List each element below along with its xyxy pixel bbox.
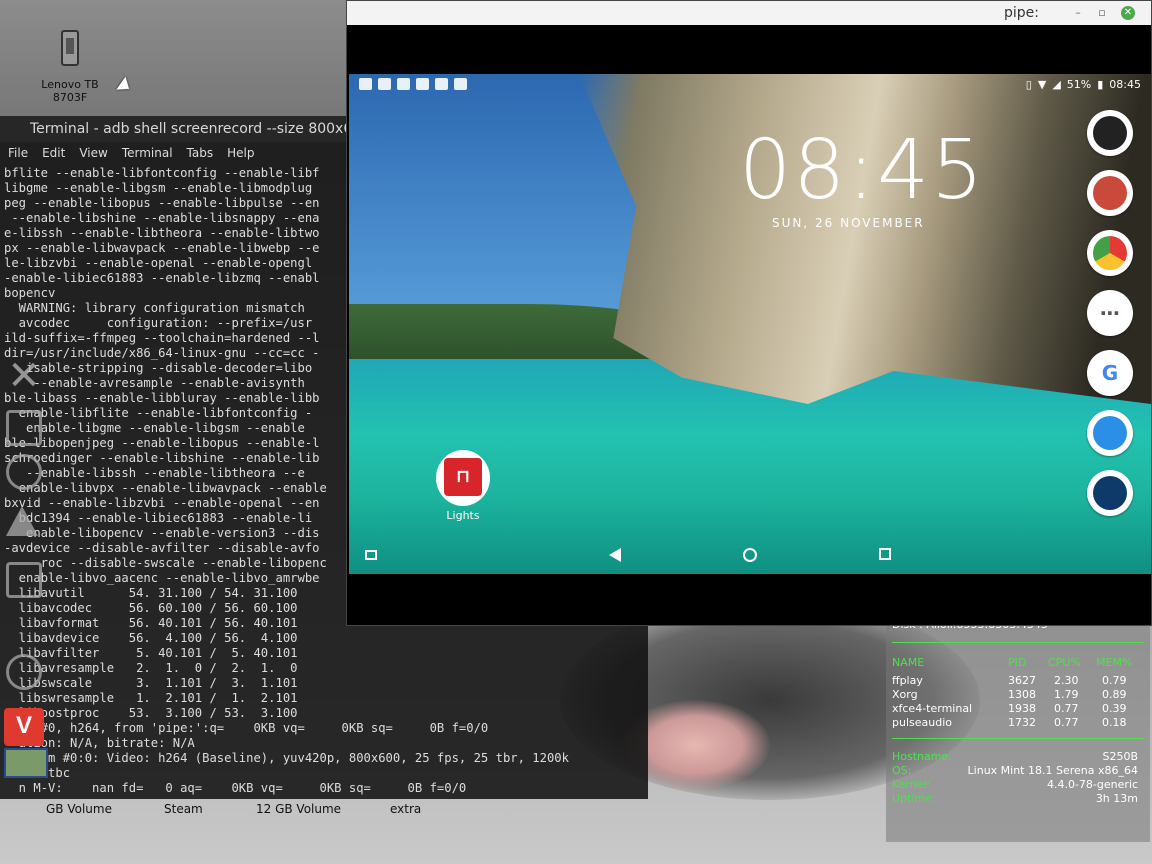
desktop-icon-lenovo[interactable]: Lenovo TB 8703F [30, 30, 110, 104]
chrome-icon[interactable] [1087, 230, 1133, 276]
battery-icon: ▮ [1097, 78, 1104, 91]
col-name: NAME [892, 656, 925, 669]
process-row: xfce4-terminal 1938 0.77 0.39 [892, 702, 1127, 715]
wifi-icon: ▼ [1037, 78, 1047, 91]
lights-app-icon: ⊓ [436, 450, 490, 506]
back-icon[interactable] [609, 548, 621, 562]
lockscreen-clock: 08:45 [739, 123, 986, 218]
pipe-title: pipe: [1004, 5, 1039, 21]
phone-icon [61, 30, 79, 66]
terminal-line: libswscale 3. 1.101 / 3. 1.101 [4, 676, 298, 690]
close-icon[interactable]: ✕ [1121, 6, 1135, 20]
status-time: 08:45 [1109, 78, 1141, 91]
menu-view[interactable]: View [79, 142, 107, 164]
notification-icon [378, 78, 391, 90]
menu-help[interactable]: Help [227, 142, 254, 164]
share-app-icon[interactable] [1087, 410, 1133, 456]
vibrate-icon: ▯ [1025, 78, 1032, 91]
home-icon[interactable] [743, 548, 757, 562]
menu-terminal[interactable]: Terminal [122, 142, 173, 164]
info-os: OS: Linux Mint 18.1 Serena x86_64 [892, 764, 1138, 777]
process-row: ffplay 3627 2.30 0.79 [892, 674, 1127, 687]
pipe-window[interactable]: pipe: – ▫ ✕ ▯ ▼ ◢ 51% ▮ 08:45 08:45 SUN,… [346, 0, 1152, 626]
pipe-titlebar[interactable]: pipe: – ▫ ✕ [347, 1, 1151, 25]
col-mem: MEM% [1096, 656, 1133, 669]
notification-icons [359, 78, 467, 90]
dock-archive-icon[interactable] [6, 562, 42, 598]
info-kernel: Kernel: 4.4.0-78-generic [892, 778, 1138, 791]
app-label: Lights [446, 509, 480, 522]
terminal-line: #0, h264, from 'pipe:':q= 0KB vq= 0KB sq… [4, 721, 489, 735]
dock-clock-icon[interactable] [6, 654, 42, 690]
terminal-line: libavresample 2. 1. 0 / 2. 1. 0 [4, 661, 298, 675]
dock-blocked-icon[interactable] [6, 454, 42, 490]
info-uptime: Uptime: 3h 13m [892, 792, 1138, 805]
minimize-icon[interactable]: – [1071, 6, 1085, 20]
terminal-line: ation: N/A, bitrate: N/A [4, 736, 195, 750]
terminal-line: libavfilter 5. 40.101 / 5. 40.101 [4, 646, 298, 660]
col-cpu: CPU% [1048, 656, 1081, 669]
dolby-icon[interactable] [1087, 470, 1133, 516]
dock-window-icon[interactable] [6, 410, 42, 446]
divider [892, 642, 1144, 643]
terminal-line: libswresample 1. 2.101 / 1. 2.101 [4, 691, 298, 705]
drive-label[interactable]: Steam [164, 802, 203, 816]
col-pid: PID [1008, 656, 1027, 669]
google-icon[interactable]: G [1087, 350, 1133, 396]
notification-icon [416, 78, 429, 90]
app-rail: ⋯ G [1087, 110, 1135, 530]
android-screen[interactable]: ▯ ▼ ◢ 51% ▮ 08:45 08:45 SUN, 26 NOVEMBER… [349, 74, 1151, 574]
terminal-line: n M-V: nan fd= 0 aq= 0KB vq= 0KB sq= 0B … [4, 781, 467, 795]
status-icons: ▯ ▼ ◢ 51% ▮ 08:45 [1026, 78, 1141, 91]
desktop-drives: GB Volume Steam 12 GB Volume extra [0, 802, 640, 820]
recents-icon[interactable] [879, 548, 891, 560]
process-header: NAME PID CPU% MEM% [892, 656, 1144, 670]
lockscreen-date: SUN, 26 NOVEMBER [772, 216, 925, 230]
dock-vlc-icon[interactable] [6, 506, 38, 536]
window-icon[interactable] [365, 550, 377, 560]
maximize-icon[interactable]: ▫ [1095, 6, 1109, 20]
drive-label[interactable]: 12 GB Volume [256, 802, 341, 816]
menu-edit[interactable]: Edit [42, 142, 65, 164]
app-lights[interactable]: ⊓ Lights [435, 450, 491, 522]
terminal-line: ream #0:0: Video: h264 (Baseline), yuv42… [4, 751, 569, 765]
window-thumbnail-icon[interactable] [4, 748, 48, 778]
notification-icon [359, 78, 372, 90]
notification-icon [435, 78, 448, 90]
menu-file[interactable]: File [8, 142, 28, 164]
signal-icon: ◢ [1052, 78, 1061, 91]
terminal-line: libavdevice 56. 4.100 / 56. 4.100 [4, 631, 298, 645]
android-status-bar: ▯ ▼ ◢ 51% ▮ 08:45 [349, 74, 1151, 96]
vivaldi-icon[interactable]: V [4, 708, 44, 746]
process-row: pulseaudio 1732 0.77 0.18 [892, 716, 1127, 729]
book-app-icon[interactable] [1087, 170, 1133, 216]
notification-icon [454, 78, 467, 90]
desktop-icon-label: Lenovo TB 8703F [41, 78, 99, 104]
app-drawer-icon[interactable]: ⋯ [1087, 290, 1133, 336]
android-nav-bar [349, 536, 1151, 574]
drive-label[interactable]: GB Volume [46, 802, 112, 816]
info-hostname: Hostname: S250B [892, 750, 1138, 763]
conky-panel: Disk : Alioli:8553:8303:4343 NAME PID CP… [886, 612, 1150, 842]
terminal-line: 50 tbc [26, 766, 71, 780]
dock-tools-icon[interactable]: ✕ [6, 356, 42, 396]
menu-tabs[interactable]: Tabs [187, 142, 214, 164]
notification-icon [397, 78, 410, 90]
ninja-app-icon[interactable] [1087, 110, 1133, 156]
terminal-line: libpostproc 53. 3.100 / 53. 3.100 [4, 706, 298, 720]
battery-percent: 51% [1066, 78, 1092, 91]
drive-label[interactable]: extra [390, 802, 421, 816]
divider [892, 738, 1144, 739]
process-row: Xorg 1308 1.79 0.89 [892, 688, 1127, 701]
